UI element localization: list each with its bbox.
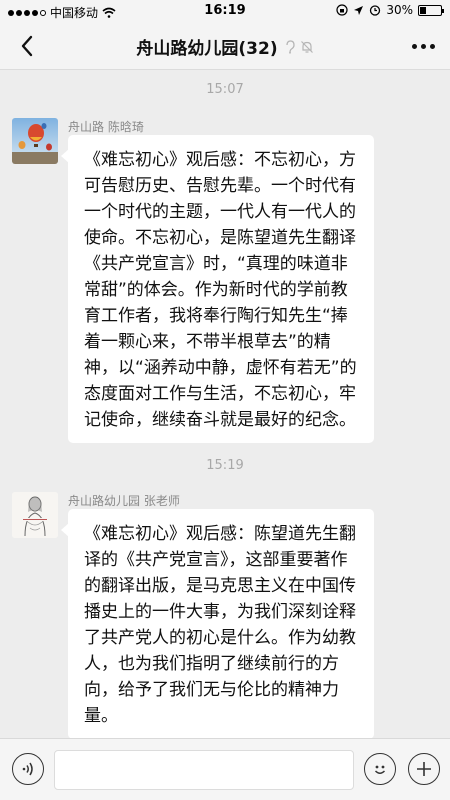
message-bubble[interactable]: 《难忘初心》观后感：陈望道先生翻译的《共产党宣言》，这部重要著作的翻译出版，是马… xyxy=(61,509,374,739)
title-icons xyxy=(284,39,314,54)
chat-title-wrap: 舟山路幼儿园(32) xyxy=(0,34,450,59)
message-input[interactable] xyxy=(54,750,354,790)
battery-icon xyxy=(418,4,444,16)
voice-icon xyxy=(22,762,33,776)
emoji-icon xyxy=(374,765,386,774)
chat-title: 舟山路幼儿园(32) xyxy=(136,39,278,59)
message-item: 舟山路 陈晗琦 《难忘初心》观后感：不忘初心，方可告慰历史、告慰先辈。一个时代有… xyxy=(12,118,438,443)
status-bar: 中国移动 16:19 30% xyxy=(0,0,450,22)
more-dot xyxy=(411,43,417,49)
nav-bar: 舟山路幼儿园(32) xyxy=(0,22,450,70)
sender-avatar[interactable] xyxy=(12,118,58,164)
battery-fill xyxy=(420,6,426,14)
emoji-button[interactable] xyxy=(364,753,396,785)
location-icon xyxy=(354,5,364,15)
message-bubble[interactable]: 《难忘初心》观后感：不忘初心，方可告慰历史、告慰先辈。一个时代有一个时代的主题，… xyxy=(61,135,374,443)
voice-button[interactable] xyxy=(12,753,44,785)
status-right: 30% xyxy=(336,3,444,17)
input-bar xyxy=(0,738,450,800)
message-item: 舟山路幼儿园 张老师 《难忘初心》观后感：陈望道先生翻译的《共产党宣言》，这部重… xyxy=(12,492,438,739)
sender-name: 舟山路幼儿园 张老师 xyxy=(68,494,180,508)
hot-air-balloon-avatar xyxy=(12,118,58,164)
alarm-icon xyxy=(370,5,381,16)
more-dot xyxy=(429,43,435,49)
mute-bell-icon xyxy=(300,40,313,53)
message-timestamp: 15:19 xyxy=(206,458,244,473)
more-dot xyxy=(420,43,426,49)
sender-avatar[interactable] xyxy=(12,492,58,538)
sketch-portrait-avatar xyxy=(12,492,58,538)
more-options-button[interactable] xyxy=(408,753,440,785)
earpiece-icon xyxy=(285,39,295,54)
battery-percent: 30% xyxy=(386,3,413,17)
message-timestamp: 15:07 xyxy=(206,82,244,97)
plus-icon xyxy=(417,762,431,776)
more-button[interactable] xyxy=(410,35,436,57)
chat-area[interactable]: 15:07 舟山路 陈晗琦 《难忘初心》观后感：不忘初心，方可告慰历史、告慰先辈… xyxy=(0,70,450,739)
sender-name: 舟山路 陈晗琦 xyxy=(68,120,144,134)
orientation-lock-icon xyxy=(336,4,348,16)
